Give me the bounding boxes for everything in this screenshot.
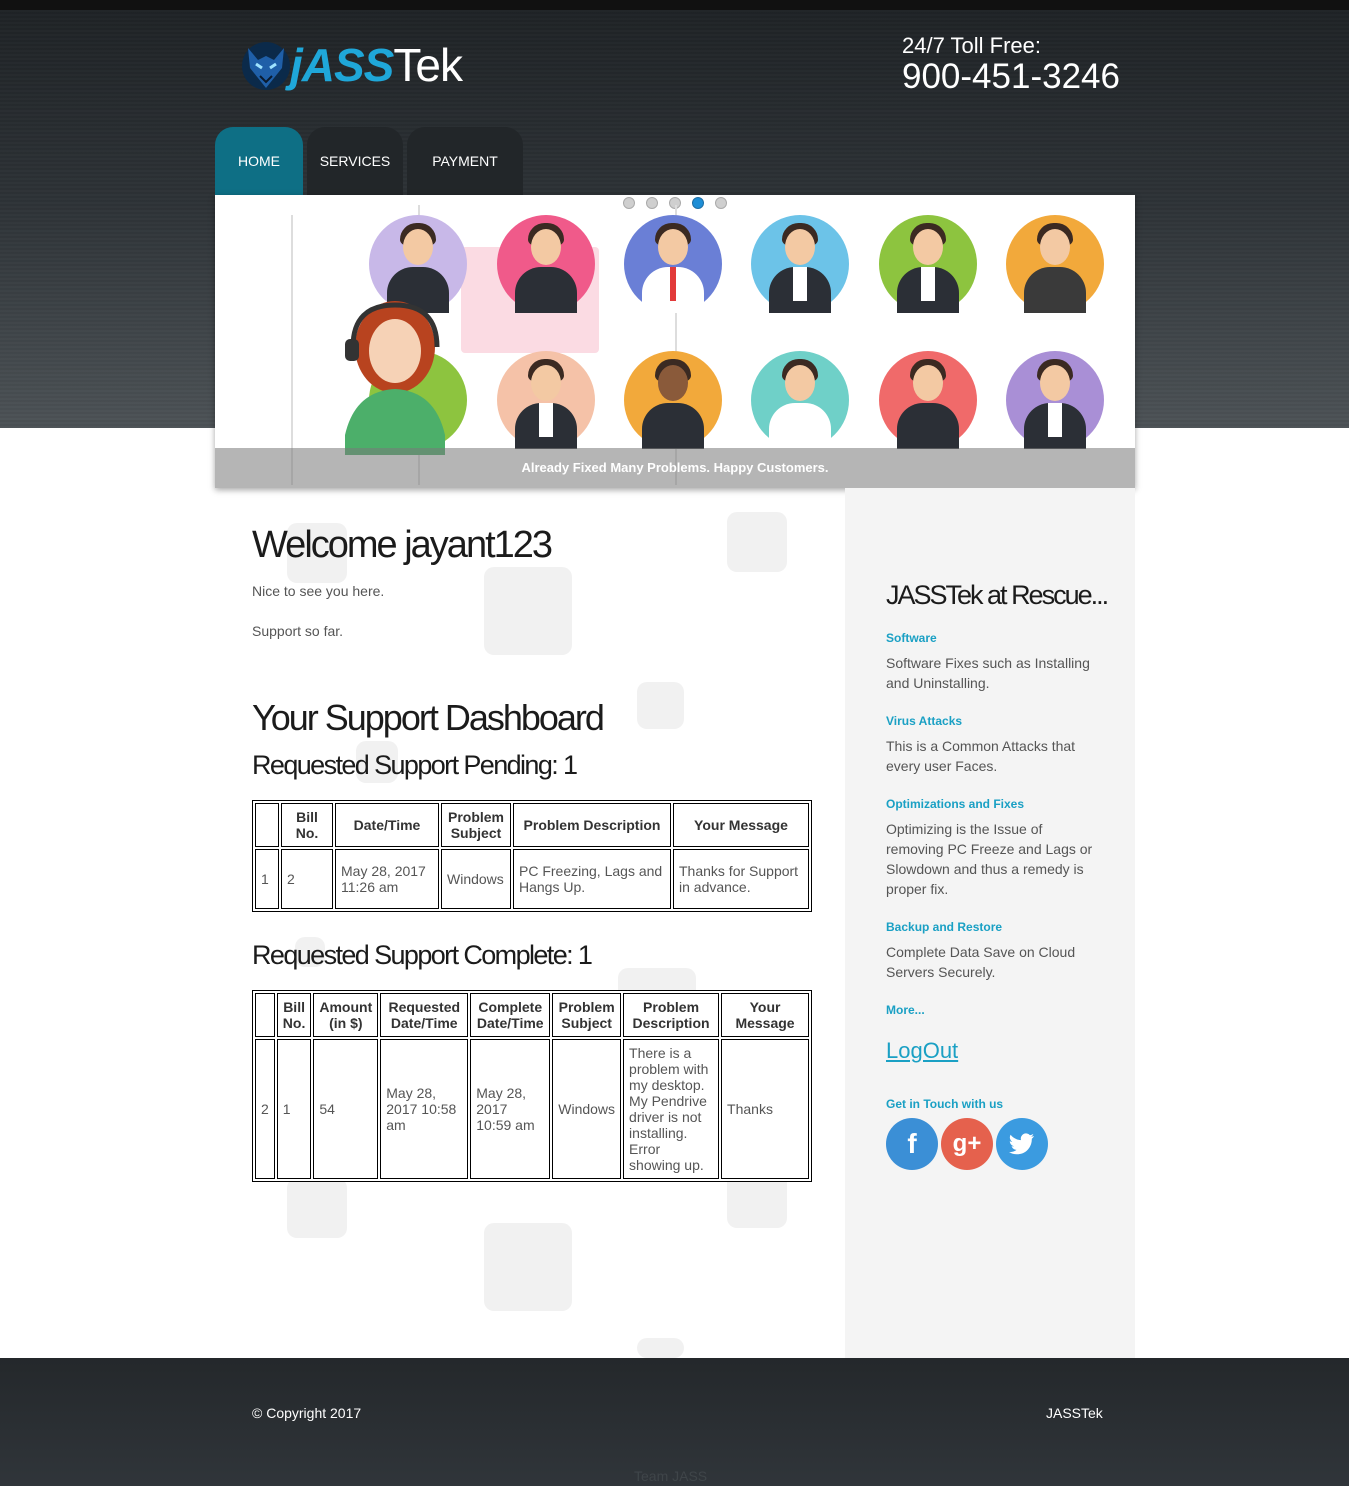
sidebar-heading-virus[interactable]: Virus Attacks	[886, 714, 962, 728]
table-cell: Windows	[552, 1039, 622, 1179]
table-cell: May 28, 2017 11:26 am	[335, 849, 439, 909]
sidebar-heading-software[interactable]: Software	[886, 631, 937, 645]
table-cell: There is a problem with my desktop. My P…	[623, 1039, 720, 1179]
complete-title: Requested Support Complete: 1	[252, 940, 593, 970]
pending-col-bill-no: Bill No.	[281, 803, 333, 847]
avatar-man-beard	[879, 215, 977, 313]
complete-col-subject: Problem Subject	[552, 993, 622, 1037]
slider-caption: Already Fixed Many Problems. Happy Custo…	[215, 448, 1135, 488]
pending-col-description: Problem Description	[513, 803, 671, 847]
avatar-woman-laptop	[1006, 215, 1104, 313]
complete-col-amount: Amount (in $)	[313, 993, 379, 1037]
table-cell: Thanks	[721, 1039, 809, 1179]
pending-col-message: Your Message	[673, 803, 809, 847]
footer: © Copyright 2017 JASSTek Team JASS	[0, 1358, 1349, 1486]
decor-square	[484, 1223, 572, 1311]
google-plus-button[interactable]: g+	[941, 1118, 993, 1170]
sidebar-heading-backup[interactable]: Backup and Restore	[886, 920, 1002, 934]
main-nav: HOME SERVICES PAYMENT	[215, 127, 527, 195]
site-logo[interactable]: jASSTek	[240, 32, 463, 98]
wolf-logo-icon	[242, 42, 290, 90]
top-strip	[0, 0, 1349, 10]
table-cell: May 28, 2017 10:58 am	[380, 1039, 469, 1179]
facebook-button[interactable]: f	[886, 1118, 938, 1170]
avatar-man-tablet	[751, 351, 849, 449]
slider-dot-1[interactable]	[623, 197, 635, 209]
twitter-button[interactable]	[996, 1118, 1048, 1170]
avatar-woman-glasses	[497, 215, 595, 313]
support-agent-headset-icon	[345, 301, 445, 455]
dashboard-title: Your Support Dashboard	[252, 697, 605, 738]
sidebar-title: JASSTek at Rescue...	[886, 580, 1109, 610]
decor-square	[727, 512, 787, 572]
table-row: 1 2 May 28, 2017 11:26 am Windows PC Fre…	[255, 849, 809, 909]
sidebar-heading-optimizations[interactable]: Optimizations and Fixes	[886, 797, 1024, 811]
greeting-text: Nice to see you here.	[252, 583, 385, 599]
table-row: 2 1 54 May 28, 2017 10:58 am May 28, 201…	[255, 1039, 809, 1179]
table-cell: Windows	[441, 849, 511, 909]
logo-text: jASSTek	[290, 38, 463, 92]
table-cell: Thanks for Support in advance.	[673, 849, 809, 909]
avatar-woman-curly	[624, 351, 722, 449]
sidebar-more-link[interactable]: More...	[886, 1003, 925, 1017]
sidebar-text-virus: This is a Common Attacks that every user…	[886, 738, 1076, 774]
sidebar: JASSTek at Rescue... Software Software F…	[845, 488, 1135, 1358]
complete-col-message: Your Message	[721, 993, 809, 1037]
get-in-touch-heading: Get in Touch with us	[886, 1097, 1004, 1111]
google-plus-icon: g+	[952, 1130, 982, 1157]
toll-free-number: 900-451-3246	[902, 57, 1120, 96]
tab-home[interactable]: HOME	[215, 127, 303, 195]
avatar-man-tablet-2	[1006, 351, 1104, 449]
slider-dot-4[interactable]	[692, 197, 704, 209]
avatar-man-phone	[624, 215, 722, 313]
support-so-far-text: Support so far.	[252, 623, 344, 639]
toll-free-block: 24/7 Toll Free: 900-451-3246	[902, 33, 1120, 97]
slider-dot-5[interactable]	[715, 197, 727, 209]
complete-col-description: Problem Description	[623, 993, 720, 1037]
sidebar-text-backup: Complete Data Save on Cloud Servers Secu…	[886, 944, 1076, 980]
pending-col-subject: Problem Subject	[441, 803, 511, 847]
avatar-woman-redglasses	[879, 351, 977, 449]
table-cell: 54	[313, 1039, 379, 1179]
logo-text-jass: jASS	[290, 39, 394, 91]
complete-col-requested: Requested Date/Time	[380, 993, 469, 1037]
avatar-man-glasses	[497, 351, 595, 449]
footer-brand: JASSTek	[1046, 1405, 1103, 1421]
table-cell: 2	[255, 1039, 275, 1179]
pending-col-datetime: Date/Time	[335, 803, 439, 847]
table-cell: May 28, 2017 10:59 am	[470, 1039, 551, 1179]
complete-col-index	[255, 993, 275, 1037]
sidebar-text-optimizations: Optimizing is the Issue of removing PC F…	[886, 821, 1093, 897]
decor-square	[287, 1178, 347, 1238]
facebook-icon: f	[907, 1128, 917, 1159]
complete-col-bill-no: Bill No.	[276, 993, 312, 1037]
slider-dot-2[interactable]	[646, 197, 658, 209]
decor-square	[484, 567, 572, 655]
pending-title: Requested Support Pending: 1	[252, 750, 578, 780]
logo-text-tek: Tek	[393, 39, 463, 91]
hero-slider[interactable]: Already Fixed Many Problems. Happy Custo…	[215, 195, 1135, 488]
logout-link[interactable]: LogOut	[886, 1038, 958, 1064]
footer-copyright: © Copyright 2017	[252, 1405, 362, 1421]
twitter-icon	[1009, 1133, 1034, 1155]
pending-col-index	[255, 803, 279, 847]
footer-team: Team JASS	[634, 1468, 708, 1484]
sidebar-text-software: Software Fixes such as Installing and Un…	[886, 655, 1090, 691]
tab-services[interactable]: SERVICES	[307, 127, 403, 195]
pending-support-table: Bill No. Date/Time Problem Subject Probl…	[252, 800, 812, 912]
table-cell: 1	[255, 849, 279, 909]
decor-square	[637, 682, 684, 729]
table-cell: PC Freezing, Lags and Hangs Up.	[513, 849, 671, 909]
welcome-heading: Welcome jayant123	[252, 524, 553, 566]
table-cell: 2	[281, 849, 333, 909]
avatar-woman-suit	[751, 215, 849, 313]
tab-payment[interactable]: PAYMENT	[407, 127, 523, 195]
toll-free-label: 24/7 Toll Free:	[902, 33, 1042, 58]
complete-col-complete: Complete Date/Time	[470, 993, 551, 1037]
complete-support-table: Bill No. Amount (in $) Requested Date/Ti…	[252, 990, 812, 1182]
slider-seam	[291, 215, 293, 485]
table-cell: 1	[276, 1039, 312, 1179]
decor-square	[637, 1338, 684, 1358]
